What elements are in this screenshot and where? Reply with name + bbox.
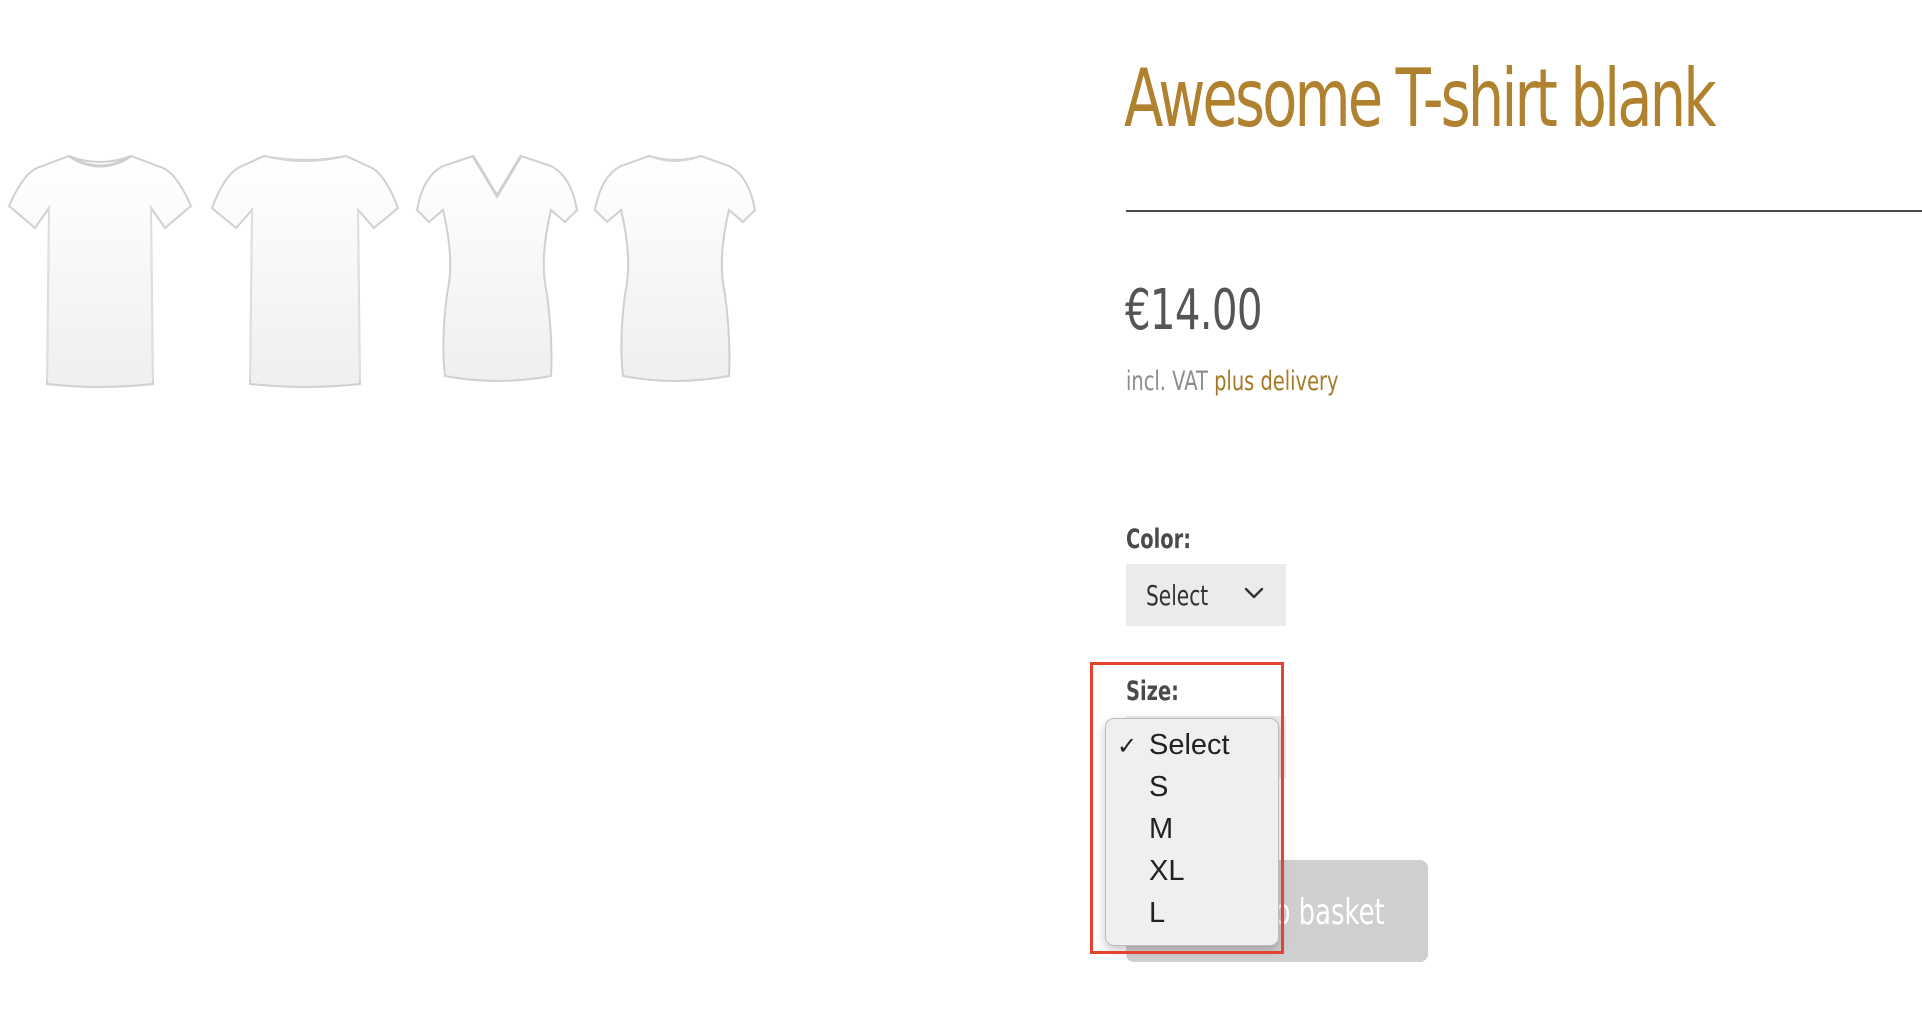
vat-info: incl. VAT plus delivery (1126, 366, 1339, 397)
vat-text: incl. VAT (1126, 366, 1208, 397)
size-dropdown-menu: ✓ Select S M XL L (1105, 718, 1279, 946)
product-title: Awesome T-shirt blank (1124, 52, 1717, 145)
delivery-link[interactable]: plus delivery (1214, 366, 1338, 397)
checkmark-icon: ✓ (1117, 732, 1138, 760)
size-option-l[interactable]: L (1106, 891, 1278, 933)
size-option-m[interactable]: M (1106, 807, 1278, 849)
color-select[interactable]: Select (1126, 564, 1286, 626)
size-option-xl[interactable]: XL (1106, 849, 1278, 891)
size-option-select[interactable]: ✓ Select (1106, 723, 1278, 765)
v-neck-women-tshirt-image[interactable] (415, 150, 580, 390)
size-option-label: S (1149, 771, 1169, 803)
size-option-label: M (1149, 813, 1174, 845)
round-neck-women-tshirt-image[interactable] (593, 150, 758, 390)
product-price: €14.00 (1125, 278, 1262, 343)
boat-neck-tshirt-image[interactable] (210, 150, 400, 390)
size-option-label: Select (1149, 729, 1230, 761)
product-gallery (0, 150, 940, 400)
size-option-label: XL (1149, 855, 1185, 887)
color-label: Color: (1126, 524, 1192, 555)
color-select-value: Select (1146, 579, 1209, 612)
size-option-s[interactable]: S (1106, 765, 1278, 807)
title-divider (1126, 210, 1922, 212)
size-label: Size: (1126, 676, 1179, 707)
crew-neck-tshirt-image[interactable] (5, 150, 195, 390)
size-option-label: L (1149, 897, 1166, 929)
chevron-down-icon (1244, 586, 1264, 605)
